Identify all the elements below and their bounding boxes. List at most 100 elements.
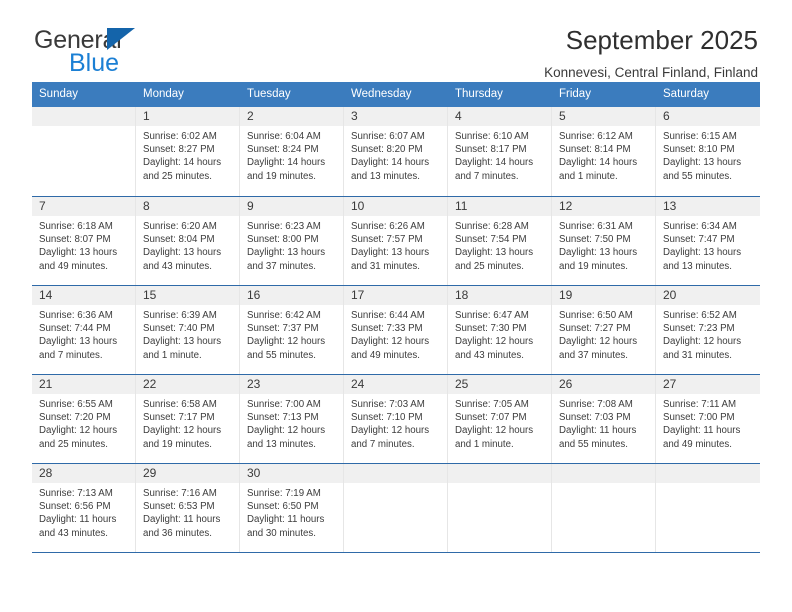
calendar-day-cell[interactable]: 28 Sunrise: 7:13 AM Sunset: 6:56 PM Dayligh… bbox=[32, 463, 136, 552]
calendar-day-cell[interactable]: 30 Sunrise: 7:19 AM Sunset: 6:50 PM Dayligh… bbox=[240, 463, 344, 552]
calendar-day-cell[interactable]: 3 Sunrise: 6:07 AM Sunset: 8:20 PM Daylight… bbox=[344, 106, 448, 196]
sunset-text: Sunset: 8:20 PM bbox=[351, 144, 423, 156]
day-sun-info: Sunrise: 6:15 AM Sunset: 8:10 PM Daylight:… bbox=[656, 126, 760, 183]
sunset-text: Sunset: 7:50 PM bbox=[559, 234, 631, 246]
day-number bbox=[344, 463, 447, 483]
daylight-text-line2: and 13 minutes. bbox=[351, 170, 420, 182]
sunrise-text: Sunrise: 6:50 AM bbox=[559, 309, 633, 321]
daylight-text-line2: and 49 minutes. bbox=[351, 349, 420, 361]
sunrise-text: Sunrise: 6:44 AM bbox=[351, 309, 425, 321]
daylight-text-line1: Daylight: 12 hours bbox=[351, 336, 430, 348]
calendar-day-cell[interactable]: 6 Sunrise: 6:15 AM Sunset: 8:10 PM Daylight… bbox=[656, 106, 760, 196]
calendar-day-cell[interactable]: 20 Sunrise: 6:52 AM Sunset: 7:23 PM Dayligh… bbox=[656, 285, 760, 374]
calendar-day-cell[interactable]: 15 Sunrise: 6:39 AM Sunset: 7:40 PM Dayligh… bbox=[136, 285, 240, 374]
sunset-text: Sunset: 7:17 PM bbox=[143, 412, 215, 424]
day-sun-info bbox=[552, 483, 655, 487]
daylight-text-line1: Daylight: 13 hours bbox=[247, 247, 326, 259]
daylight-text-line1: Daylight: 13 hours bbox=[39, 336, 118, 348]
day-sun-info: Sunrise: 6:18 AM Sunset: 8:07 PM Daylight:… bbox=[32, 216, 135, 273]
calendar-day-cell[interactable]: 18 Sunrise: 6:47 AM Sunset: 7:30 PM Dayligh… bbox=[448, 285, 552, 374]
day-number: 11 bbox=[448, 196, 551, 216]
calendar-day-cell[interactable]: 1 Sunrise: 6:02 AM Sunset: 8:27 PM Daylight… bbox=[136, 106, 240, 196]
sunrise-text: Sunrise: 6:15 AM bbox=[663, 130, 737, 142]
sunset-text: Sunset: 8:04 PM bbox=[143, 234, 215, 246]
day-sun-info: Sunrise: 7:05 AM Sunset: 7:07 PM Daylight:… bbox=[448, 394, 551, 451]
weekday-header-row: Sunday Monday Tuesday Wednesday Thursday Frid… bbox=[32, 82, 760, 107]
sunset-text: Sunset: 8:00 PM bbox=[247, 234, 319, 246]
calendar-day-cell[interactable]: 14 Sunrise: 6:36 AM Sunset: 7:44 PM Dayligh… bbox=[32, 285, 136, 374]
page-subtitle: Konnevesi, Central Finland, Finland bbox=[544, 64, 758, 80]
daylight-text-line2: and 1 minute. bbox=[455, 438, 514, 450]
calendar-day-cell[interactable]: 27 Sunrise: 7:11 AM Sunset: 7:00 PM Dayligh… bbox=[656, 374, 760, 463]
calendar-day-cell[interactable]: 11 Sunrise: 6:28 AM Sunset: 7:54 PM Dayligh… bbox=[448, 196, 552, 285]
calendar-day-cell[interactable]: 21 Sunrise: 6:55 AM Sunset: 7:20 PM Dayligh… bbox=[32, 374, 136, 463]
day-sun-info: Sunrise: 7:00 AM Sunset: 7:13 PM Daylight:… bbox=[240, 394, 343, 451]
calendar-day-cell[interactable]: 12 Sunrise: 6:31 AM Sunset: 7:50 PM Dayligh… bbox=[552, 196, 656, 285]
calendar-day-cell[interactable]: 4 Sunrise: 6:10 AM Sunset: 8:17 PM Daylight… bbox=[448, 106, 552, 196]
sunset-text: Sunset: 7:00 PM bbox=[663, 412, 735, 424]
calendar-day-cell[interactable]: 22 Sunrise: 6:58 AM Sunset: 7:17 PM Dayligh… bbox=[136, 374, 240, 463]
sunset-text: Sunset: 8:07 PM bbox=[39, 234, 111, 246]
day-sun-info: Sunrise: 6:50 AM Sunset: 7:27 PM Daylight:… bbox=[552, 305, 655, 362]
calendar-day-cell[interactable]: 7 Sunrise: 6:18 AM Sunset: 8:07 PM Daylight… bbox=[32, 196, 136, 285]
calendar-day-cell[interactable]: 8 Sunrise: 6:20 AM Sunset: 8:04 PM Daylight… bbox=[136, 196, 240, 285]
daylight-text-line2: and 13 minutes. bbox=[247, 438, 316, 450]
day-number: 2 bbox=[240, 106, 343, 126]
calendar-day-cell[interactable]: 10 Sunrise: 6:26 AM Sunset: 7:57 PM Dayligh… bbox=[344, 196, 448, 285]
sunset-text: Sunset: 7:37 PM bbox=[247, 323, 319, 335]
sunrise-text: Sunrise: 7:03 AM bbox=[351, 398, 425, 410]
day-sun-info: Sunrise: 6:34 AM Sunset: 7:47 PM Daylight:… bbox=[656, 216, 760, 273]
daylight-text-line2: and 55 minutes. bbox=[247, 349, 316, 361]
weekday-header-wednesday: Wednesday bbox=[351, 88, 412, 100]
day-sun-info: Sunrise: 6:12 AM Sunset: 8:14 PM Daylight:… bbox=[552, 126, 655, 183]
sunrise-text: Sunrise: 6:34 AM bbox=[663, 220, 737, 232]
day-sun-info: Sunrise: 6:23 AM Sunset: 8:00 PM Daylight:… bbox=[240, 216, 343, 273]
general-blue-logo[interactable]: General Blue bbox=[32, 26, 182, 78]
day-number: 27 bbox=[656, 374, 760, 394]
daylight-text-line1: Daylight: 13 hours bbox=[143, 336, 222, 348]
calendar-day-cell[interactable]: 2 Sunrise: 6:04 AM Sunset: 8:24 PM Daylight… bbox=[240, 106, 344, 196]
calendar-day-cell-empty bbox=[32, 106, 136, 196]
daylight-text-line1: Daylight: 12 hours bbox=[143, 425, 222, 437]
calendar-day-cell[interactable]: 9 Sunrise: 6:23 AM Sunset: 8:00 PM Daylight… bbox=[240, 196, 344, 285]
daylight-text-line1: Daylight: 14 hours bbox=[351, 157, 430, 169]
day-sun-info: Sunrise: 6:26 AM Sunset: 7:57 PM Daylight:… bbox=[344, 216, 447, 273]
page-header: General Blue September 2025 Konnevesi, C… bbox=[0, 0, 792, 80]
day-number: 13 bbox=[656, 196, 760, 216]
sunset-text: Sunset: 7:30 PM bbox=[455, 323, 527, 335]
sunrise-text: Sunrise: 6:20 AM bbox=[143, 220, 217, 232]
day-number: 24 bbox=[344, 374, 447, 394]
day-sun-info: Sunrise: 7:19 AM Sunset: 6:50 PM Daylight:… bbox=[240, 483, 343, 540]
day-sun-info: Sunrise: 7:13 AM Sunset: 6:56 PM Daylight:… bbox=[32, 483, 135, 540]
daylight-text-line2: and 25 minutes. bbox=[455, 260, 524, 272]
calendar-day-cell[interactable]: 26 Sunrise: 7:08 AM Sunset: 7:03 PM Dayligh… bbox=[552, 374, 656, 463]
daylight-text-line1: Daylight: 13 hours bbox=[455, 247, 534, 259]
calendar-day-cell[interactable]: 17 Sunrise: 6:44 AM Sunset: 7:33 PM Dayligh… bbox=[344, 285, 448, 374]
calendar-day-cell[interactable]: 24 Sunrise: 7:03 AM Sunset: 7:10 PM Dayligh… bbox=[344, 374, 448, 463]
calendar-day-cell[interactable]: 5 Sunrise: 6:12 AM Sunset: 8:14 PM Daylight… bbox=[552, 106, 656, 196]
day-sun-info: Sunrise: 6:52 AM Sunset: 7:23 PM Daylight:… bbox=[656, 305, 760, 362]
calendar-day-cell[interactable]: 13 Sunrise: 6:34 AM Sunset: 7:47 PM Dayligh… bbox=[656, 196, 760, 285]
daylight-text-line2: and 55 minutes. bbox=[663, 170, 732, 182]
sunrise-text: Sunrise: 7:00 AM bbox=[247, 398, 321, 410]
sunset-text: Sunset: 8:24 PM bbox=[247, 144, 319, 156]
calendar-day-cell[interactable]: 19 Sunrise: 6:50 AM Sunset: 7:27 PM Dayligh… bbox=[552, 285, 656, 374]
daylight-text-line1: Daylight: 12 hours bbox=[559, 336, 638, 348]
calendar-day-cell[interactable]: 16 Sunrise: 6:42 AM Sunset: 7:37 PM Dayligh… bbox=[240, 285, 344, 374]
day-number bbox=[32, 106, 135, 126]
daylight-text-line1: Daylight: 12 hours bbox=[39, 425, 118, 437]
sunset-text: Sunset: 7:33 PM bbox=[351, 323, 423, 335]
sunset-text: Sunset: 8:27 PM bbox=[143, 144, 215, 156]
day-number: 17 bbox=[344, 285, 447, 305]
calendar-day-cell[interactable]: 29 Sunrise: 7:16 AM Sunset: 6:53 PM Dayligh… bbox=[136, 463, 240, 552]
weekday-header-saturday: Saturday bbox=[663, 88, 710, 100]
sunset-text: Sunset: 8:10 PM bbox=[663, 144, 735, 156]
sunrise-text: Sunrise: 7:05 AM bbox=[455, 398, 529, 410]
day-sun-info: Sunrise: 6:44 AM Sunset: 7:33 PM Daylight:… bbox=[344, 305, 447, 362]
day-number: 10 bbox=[344, 196, 447, 216]
day-number bbox=[448, 463, 551, 483]
calendar-day-cell[interactable]: 23 Sunrise: 7:00 AM Sunset: 7:13 PM Dayligh… bbox=[240, 374, 344, 463]
daylight-text-line1: Daylight: 13 hours bbox=[39, 247, 118, 259]
calendar-day-cell[interactable]: 25 Sunrise: 7:05 AM Sunset: 7:07 PM Dayligh… bbox=[448, 374, 552, 463]
day-sun-info: Sunrise: 7:11 AM Sunset: 7:00 PM Daylight:… bbox=[656, 394, 760, 451]
